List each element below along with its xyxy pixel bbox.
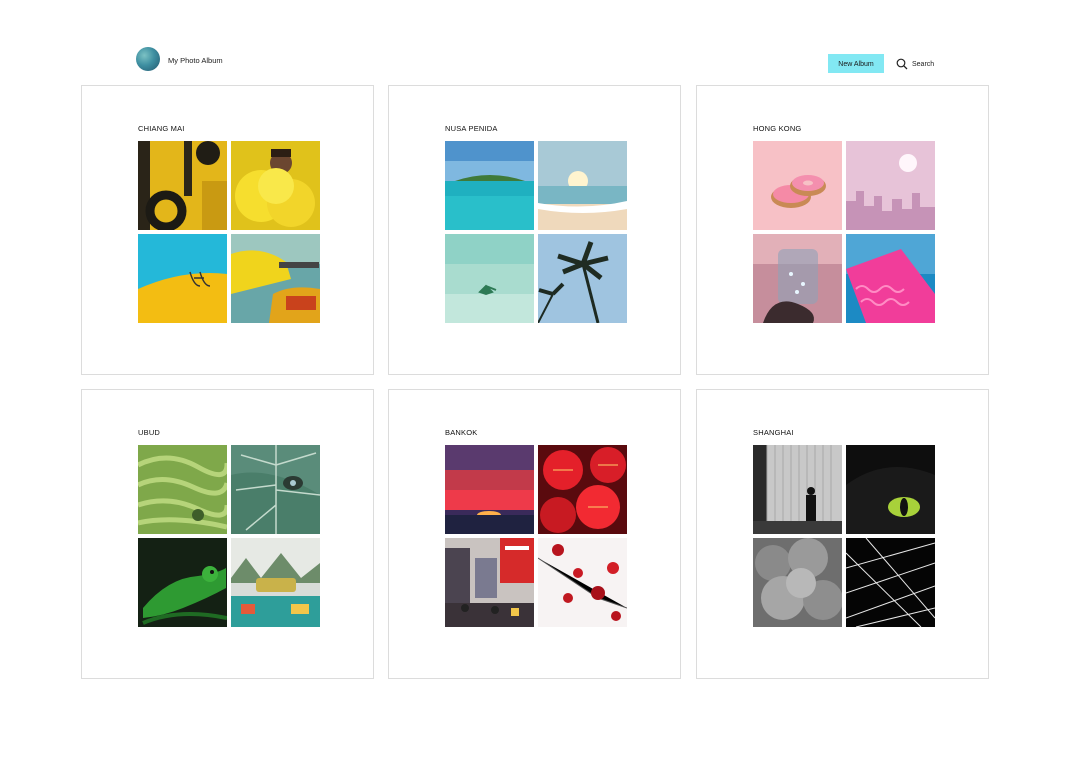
photo-thumbnail[interactable] bbox=[445, 445, 534, 534]
album-title: NUSA PENIDA bbox=[445, 124, 498, 133]
photo-grid bbox=[445, 141, 627, 323]
photo-thumbnail[interactable] bbox=[138, 234, 227, 323]
album-card-hong-kong[interactable]: HONG KONG bbox=[696, 85, 989, 375]
photo-thumbnail[interactable] bbox=[846, 234, 935, 323]
photo-thumbnail[interactable] bbox=[538, 538, 627, 627]
photo-thumbnail[interactable] bbox=[445, 141, 534, 230]
photo-thumbnail[interactable] bbox=[753, 141, 842, 230]
photo-grid bbox=[753, 445, 935, 627]
search-button[interactable]: Search bbox=[896, 57, 934, 71]
album-title: CHIANG MAI bbox=[138, 124, 185, 133]
album-card-chiang-mai[interactable]: CHIANG MAI bbox=[81, 85, 374, 375]
photo-thumbnail[interactable] bbox=[231, 445, 320, 534]
photo-thumbnail[interactable] bbox=[753, 234, 842, 323]
album-title: HONG KONG bbox=[753, 124, 802, 133]
photo-thumbnail[interactable] bbox=[846, 445, 935, 534]
new-album-button[interactable]: New Album bbox=[828, 54, 884, 73]
photo-thumbnail[interactable] bbox=[231, 234, 320, 323]
album-card-ubud[interactable]: UBUD bbox=[81, 389, 374, 679]
photo-grid bbox=[753, 141, 935, 323]
photo-thumbnail[interactable] bbox=[445, 538, 534, 627]
photo-thumbnail[interactable] bbox=[138, 141, 227, 230]
photo-thumbnail[interactable] bbox=[445, 234, 534, 323]
photo-thumbnail[interactable] bbox=[231, 141, 320, 230]
photo-thumbnail[interactable] bbox=[846, 141, 935, 230]
photo-thumbnail[interactable] bbox=[753, 538, 842, 627]
album-card-bankok[interactable]: BANKOK bbox=[388, 389, 681, 679]
photo-grid bbox=[138, 141, 320, 323]
app-title: My Photo Album bbox=[168, 56, 223, 65]
search-label: Search bbox=[912, 60, 935, 68]
photo-thumbnail[interactable] bbox=[538, 445, 627, 534]
album-title: SHANGHAI bbox=[753, 428, 794, 437]
logo-icon[interactable] bbox=[136, 47, 160, 71]
album-title: BANKOK bbox=[445, 428, 478, 437]
album-card-nusa-penida[interactable]: NUSA PENIDA bbox=[388, 85, 681, 375]
photo-thumbnail[interactable] bbox=[138, 445, 227, 534]
photo-thumbnail[interactable] bbox=[753, 445, 842, 534]
album-title: UBUD bbox=[138, 428, 161, 437]
photo-thumbnail[interactable] bbox=[231, 538, 320, 627]
album-card-shanghai[interactable]: SHANGHAI bbox=[696, 389, 989, 679]
photo-thumbnail[interactable] bbox=[538, 234, 627, 323]
photo-thumbnail[interactable] bbox=[538, 141, 627, 230]
photo-grid bbox=[138, 445, 320, 627]
photo-thumbnail[interactable] bbox=[846, 538, 935, 627]
photo-thumbnail[interactable] bbox=[138, 538, 227, 627]
search-icon bbox=[896, 58, 908, 70]
header: My Photo Album New Album Search bbox=[0, 0, 1083, 84]
photo-grid bbox=[445, 445, 627, 627]
